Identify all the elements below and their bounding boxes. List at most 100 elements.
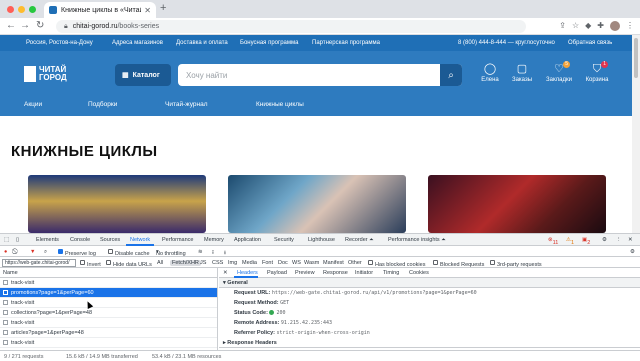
filter-ws[interactable]: WS: [292, 260, 301, 266]
device-toolbar-icon[interactable]: ▯: [16, 237, 19, 243]
issues-count[interactable]: ▣ 2: [582, 237, 590, 246]
devtools-tab-recorder[interactable]: Recorder ⏶: [345, 237, 374, 244]
devtools-tab-performance-insights[interactable]: Performance insights ⏶: [388, 237, 446, 244]
filter-fetch-xhr[interactable]: Fetch/XHR: [170, 259, 201, 266]
blocked-cookies-checkbox[interactable]: Has blocked cookies: [368, 259, 425, 268]
hide-data-urls-checkbox[interactable]: Hide data URLs: [106, 259, 152, 268]
filter-js[interactable]: JS: [200, 260, 206, 266]
name-column-header[interactable]: Name: [0, 268, 217, 278]
blocked-requests-checkbox[interactable]: Blocked Requests: [433, 259, 484, 268]
invert-checkbox[interactable]: Invert: [80, 259, 101, 268]
devtools-tab-performance[interactable]: Performance: [162, 237, 194, 243]
request-row[interactable]: collections?page=1&perPage=48: [0, 308, 217, 318]
reload-icon[interactable]: ↻: [36, 20, 44, 31]
filter-img[interactable]: Img: [228, 260, 237, 266]
request-row[interactable]: track-visit: [0, 278, 217, 288]
general-section-header[interactable]: ▾ General: [219, 278, 640, 288]
devtools-tab-network[interactable]: Network: [130, 237, 150, 243]
filter-all[interactable]: All: [157, 260, 163, 266]
star-icon[interactable]: ☆: [572, 21, 579, 31]
page-scrollbar[interactable]: [632, 35, 640, 233]
location-link[interactable]: Россия, Ростов-на-Дону: [26, 40, 93, 46]
extension-icon[interactable]: ◆: [585, 21, 591, 31]
filter-icon[interactable]: ▼: [30, 249, 35, 255]
request-row[interactable]: promotions?page=1&perPage=60: [0, 288, 217, 298]
filter-manifest[interactable]: Manifest: [323, 260, 344, 266]
filter-input[interactable]: https://web-gate.chitai-gorod/: [2, 259, 76, 267]
nav-book-series[interactable]: Книжные циклы: [256, 101, 304, 108]
gear-icon[interactable]: ⚙: [630, 249, 635, 255]
filter-doc[interactable]: Doc: [278, 260, 288, 266]
search-icon[interactable]: ⌕: [440, 64, 462, 86]
devtools-tab-elements[interactable]: Elements: [36, 237, 59, 243]
series-card-image[interactable]: [28, 175, 206, 233]
filter-css[interactable]: CSS: [212, 260, 223, 266]
detail-tab-payload[interactable]: Payload: [267, 270, 287, 276]
record-icon[interactable]: ●: [4, 249, 7, 255]
nav-journal[interactable]: Читай-журнал: [165, 101, 208, 108]
forward-icon[interactable]: →: [20, 20, 30, 31]
devtools-tab-console[interactable]: Console: [70, 237, 90, 243]
feedback-link[interactable]: Обратная связь: [568, 40, 612, 46]
detail-tab-initiator[interactable]: Initiator: [355, 270, 373, 276]
search-icon[interactable]: ⌕: [44, 249, 47, 256]
series-card-image[interactable]: [228, 175, 406, 233]
inspect-icon[interactable]: ⬚: [4, 237, 9, 243]
detail-tab-timing[interactable]: Timing: [383, 270, 399, 276]
error-count[interactable]: ⊗ 11: [548, 237, 558, 246]
devtools-tab-memory[interactable]: Memory: [204, 237, 224, 243]
response-headers-section-header[interactable]: ▸ Response Headers: [219, 338, 640, 348]
filter-media[interactable]: Media: [242, 260, 257, 266]
topbar-link-delivery[interactable]: Доставка и оплата: [176, 40, 228, 46]
scrollbar-thumb[interactable]: [634, 38, 638, 78]
profile-avatar[interactable]: [610, 21, 620, 31]
close-window-button[interactable]: [7, 6, 14, 13]
nav-collections[interactable]: Подборки: [88, 101, 117, 108]
throttling-select[interactable]: No throttling ▾: [156, 249, 186, 258]
puzzle-icon[interactable]: ✚: [597, 21, 604, 31]
filter-other[interactable]: Other: [348, 260, 362, 266]
minimize-window-button[interactable]: [18, 6, 25, 13]
share-icon[interactable]: ⇪: [559, 21, 566, 31]
wifi-icon[interactable]: ≋: [198, 249, 203, 255]
detail-tab-preview[interactable]: Preview: [295, 270, 315, 276]
close-tab-icon[interactable]: ✕: [144, 6, 151, 15]
filter-font[interactable]: Font: [262, 260, 273, 266]
more-icon[interactable]: ⋮: [616, 237, 622, 243]
close-icon[interactable]: ✕: [628, 237, 633, 243]
request-row[interactable]: track-visit: [0, 318, 217, 328]
topbar-link-bonus[interactable]: Бонусная программа: [240, 40, 298, 46]
browser-tab[interactable]: Книжные циклы в «Читай-го... ✕: [44, 2, 156, 18]
disable-cache-checkbox[interactable]: Disable cache: [108, 248, 150, 257]
maximize-window-button[interactable]: [29, 6, 36, 13]
preserve-log-checkbox[interactable]: Preserve log: [58, 248, 96, 257]
menu-icon[interactable]: ⋮: [626, 21, 634, 31]
warning-count[interactable]: ⚠ 1: [566, 237, 574, 246]
request-row[interactable]: articles?page=1&perPage=48: [0, 328, 217, 338]
header-cart[interactable]: ⛉ 1 Корзина: [577, 61, 617, 83]
address-bar[interactable]: 🔒︎ chitai-gorod.ru/books-series: [56, 20, 526, 33]
devtools-tab-application[interactable]: Application: [234, 237, 261, 243]
devtools-tab-lighthouse[interactable]: Lighthouse: [308, 237, 335, 243]
header-orders[interactable]: ▢ Заказы: [502, 62, 542, 83]
topbar-link-partner[interactable]: Партнерская программа: [312, 40, 380, 46]
series-card-image[interactable]: [428, 175, 606, 233]
topbar-link-stores[interactable]: Адреса магазинов: [112, 40, 163, 46]
gear-icon[interactable]: ⚙: [602, 237, 607, 243]
back-icon[interactable]: ←: [6, 20, 16, 31]
new-tab-button[interactable]: +: [160, 2, 166, 14]
filter-wasm[interactable]: Wasm: [304, 260, 319, 266]
search-input[interactable]: Хочу найти: [178, 71, 440, 80]
request-row[interactable]: track-visit: [0, 338, 217, 348]
detail-tab-response[interactable]: Response: [323, 270, 348, 276]
nav-promotions[interactable]: Акции: [24, 101, 42, 108]
close-details-icon[interactable]: ✕: [223, 270, 228, 276]
devtools-tab-security[interactable]: Security: [274, 237, 294, 243]
detail-tab-cookies[interactable]: Cookies: [409, 270, 429, 276]
header-bookmarks[interactable]: ♡ 5 Закладки: [539, 61, 579, 83]
third-party-checkbox[interactable]: 3rd-party requests: [490, 259, 542, 268]
catalog-button[interactable]: ▦ Каталог: [115, 64, 171, 86]
request-row[interactable]: track-visit: [0, 298, 217, 308]
devtools-tab-sources[interactable]: Sources: [100, 237, 120, 243]
site-logo[interactable]: ЧИТАЙ ГОРОД: [24, 66, 67, 82]
